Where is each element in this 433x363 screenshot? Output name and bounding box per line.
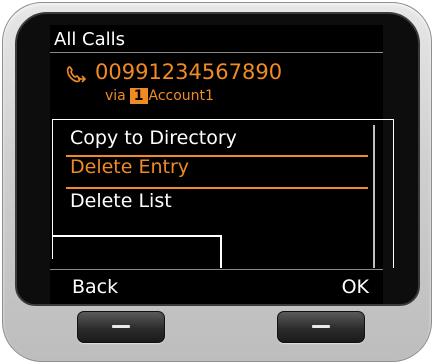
left-hardware-softkey-button[interactable] [77, 311, 165, 343]
via-label: via [105, 88, 126, 104]
call-entry: 00991234567890 via 1 Account1 [50, 54, 383, 114]
menu-item-delete-list[interactable]: Delete List [70, 188, 172, 214]
dash-icon [112, 325, 130, 328]
via-account-row: via 1 Account1 [105, 87, 214, 105]
softkey-ok[interactable]: OK [342, 274, 369, 300]
caller-number: 00991234567890 [95, 60, 283, 84]
call-log-phone-icon [66, 66, 87, 83]
right-hardware-softkey-button[interactable] [277, 311, 365, 343]
dash-icon [312, 325, 330, 328]
options-menu: Copy to Directory Delete Entry Delete Li… [52, 119, 394, 268]
softkey-back[interactable]: Back [72, 274, 118, 300]
phone-display: All Calls 00991234567890 via 1 Account1 … [50, 25, 394, 304]
account-number-badge: 1 [129, 88, 148, 104]
menu-item-delete-entry[interactable]: Delete Entry [70, 154, 189, 180]
screen-title-bar: All Calls [50, 25, 383, 53]
menu-item-copy-to-directory[interactable]: Copy to Directory [70, 125, 237, 151]
softkey-bar: Back OK [50, 269, 383, 304]
screen-title: All Calls [54, 29, 126, 50]
account-name: Account1 [148, 88, 214, 104]
